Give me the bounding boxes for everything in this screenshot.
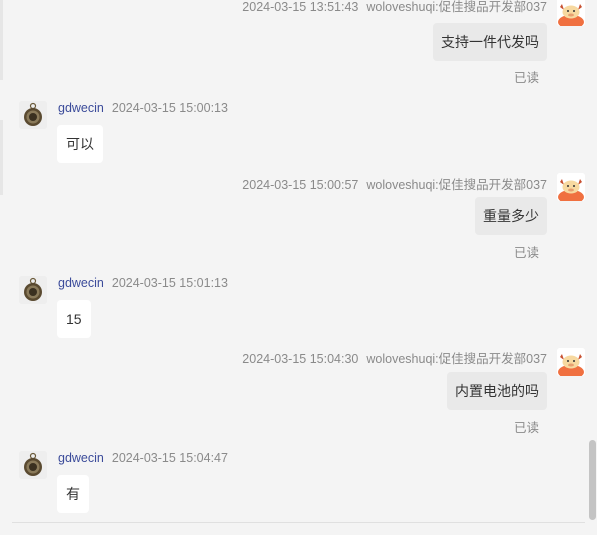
message-time: 2024-03-15 13:51:43	[242, 0, 359, 14]
message-time: 2024-03-15 15:04:47	[111, 451, 228, 465]
message-meta: gdwecin 2024-03-15 15:01:13	[58, 276, 228, 290]
message-sender: woloveshuqi:促佳搜品开发部037	[366, 178, 547, 192]
message-meta: gdwecin 2024-03-15 15:04:47	[58, 451, 228, 465]
pocket-watch-icon	[19, 101, 47, 129]
seller-avatar[interactable]	[557, 0, 585, 26]
message-meta: 2024-03-15 13:51:43 woloveshuqi:促佳搜品开发部03…	[242, 0, 547, 15]
seller-avatar[interactable]	[557, 173, 585, 201]
pocket-watch-icon	[19, 451, 47, 479]
message-sender: gdwecin	[58, 101, 104, 115]
message-time: 2024-03-15 15:00:57	[242, 178, 359, 192]
scrollbar-track[interactable]	[587, 0, 597, 535]
divider	[12, 522, 585, 523]
cartoon-cow-icon	[557, 348, 585, 376]
read-status: 已读	[513, 421, 539, 435]
seller-avatar[interactable]	[557, 348, 585, 376]
message-sender: woloveshuqi:促佳搜品开发部037	[366, 0, 547, 14]
message-sender: gdwecin	[58, 276, 104, 290]
cartoon-cow-icon	[557, 173, 585, 201]
scrollbar-thumb[interactable]	[589, 440, 596, 520]
message-meta: 2024-03-15 15:04:30 woloveshuqi:促佳搜品开发部03…	[242, 348, 547, 367]
message-time: 2024-03-15 15:04:30	[242, 352, 359, 366]
message-bubble[interactable]: 有	[57, 475, 89, 513]
message-bubble[interactable]: 重量多少	[475, 197, 547, 235]
buyer-avatar[interactable]	[19, 276, 47, 304]
pocket-watch-icon	[19, 276, 47, 304]
message-sender: gdwecin	[58, 451, 104, 465]
buyer-avatar[interactable]	[19, 101, 47, 129]
panel-left-edge	[0, 0, 3, 80]
cartoon-cow-icon	[557, 0, 585, 26]
read-status: 已读	[513, 71, 539, 85]
panel-left-edge	[0, 120, 3, 195]
message-time: 2024-03-15 15:00:13	[111, 101, 228, 115]
message-bubble[interactable]: 15	[57, 300, 91, 338]
buyer-avatar[interactable]	[19, 451, 47, 479]
chat-history-panel[interactable]: 2024-03-15 13:51:43 woloveshuqi:促佳搜品开发部03…	[0, 0, 597, 535]
message-meta: 2024-03-15 15:00:57 woloveshuqi:促佳搜品开发部03…	[242, 174, 547, 193]
message-bubble[interactable]: 内置电池的吗	[447, 372, 547, 410]
message-bubble[interactable]: 可以	[57, 125, 103, 163]
message-bubble[interactable]: 支持一件代发吗	[433, 23, 547, 61]
read-status: 已读	[513, 246, 539, 260]
message-sender: woloveshuqi:促佳搜品开发部037	[366, 352, 547, 366]
message-meta: gdwecin 2024-03-15 15:00:13	[58, 101, 228, 115]
message-time: 2024-03-15 15:01:13	[111, 276, 228, 290]
